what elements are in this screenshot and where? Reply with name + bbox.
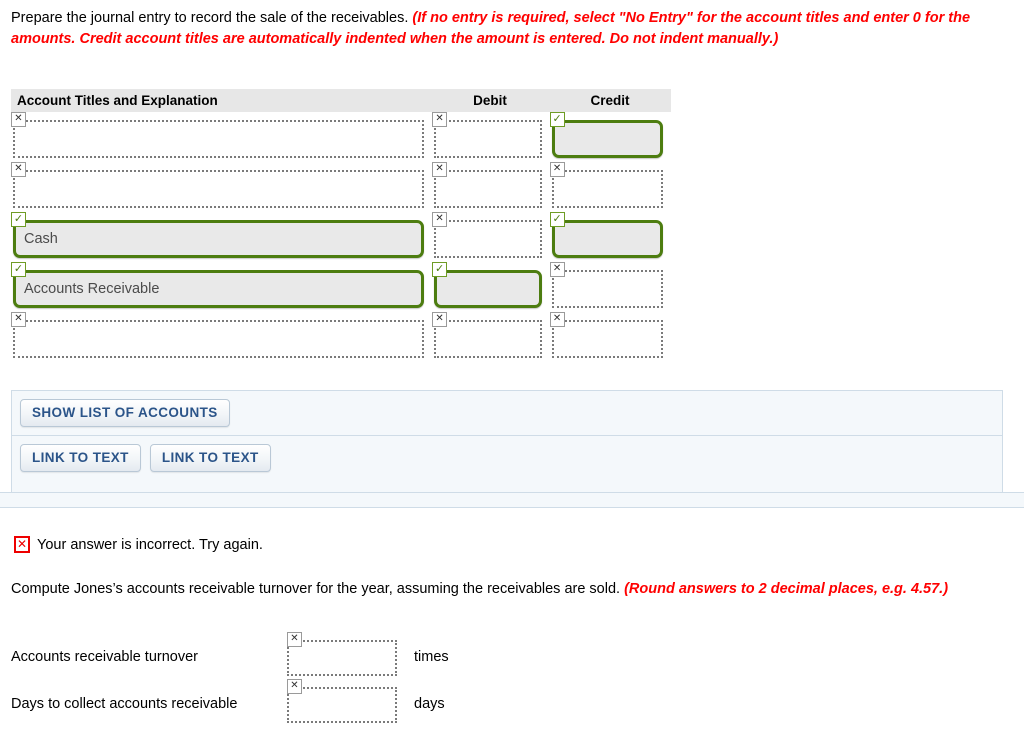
incorrect-marker-icon: ✕ [11, 312, 26, 327]
question-two-hint: (Round answers to 2 decimal places, e.g.… [624, 581, 949, 597]
column-header-account-titles: Account Titles and Explanation [17, 93, 218, 108]
credit-amount-cell: ✕ [549, 162, 671, 212]
credit-amount-input[interactable] [551, 220, 664, 258]
debit-amount-input[interactable] [434, 170, 542, 208]
account-title-cell: Cash ✓ [11, 212, 432, 262]
correct-marker-icon: ✓ [549, 112, 565, 127]
feedback-message: ✕ Your answer is incorrect. Try again. [14, 536, 263, 553]
show-list-of-accounts-button[interactable]: SHOW LIST OF ACCOUNTS [20, 399, 230, 427]
answer-input-wrapper: ✕ [287, 632, 402, 680]
column-header-debit: Debit [473, 93, 507, 108]
account-title-input[interactable]: Accounts Receivable [13, 270, 425, 308]
incorrect-marker-icon: ✕ [287, 632, 302, 647]
debit-amount-cell: ✕ [432, 162, 549, 212]
instruction-text: Prepare the journal entry to record the … [11, 8, 1006, 49]
credit-amount-cell: ✓ [549, 212, 671, 262]
answer-row: Accounts receivable turnover ✕ times [11, 632, 449, 680]
question-two-main: Compute Jones’s accounts receivable turn… [11, 581, 621, 597]
debit-amount-cell: ✕ [432, 212, 549, 262]
journal-entry-row: Cash ✓ ✕ ✓ [11, 212, 671, 262]
account-title-input[interactable] [13, 120, 425, 158]
credit-amount-input[interactable] [551, 270, 664, 308]
link-to-text-button-2[interactable]: LINK TO TEXT [149, 444, 271, 472]
correct-marker-icon: ✓ [432, 262, 448, 277]
answer-label: Days to collect accounts receivable [11, 696, 238, 712]
correct-marker-icon: ✓ [11, 262, 26, 277]
debit-amount-cell: ✕ [432, 112, 549, 162]
account-title-cell: ✕ [11, 112, 432, 162]
journal-entry-row: ✕ ✕ ✓ [11, 112, 671, 162]
action-panel: SHOW LIST OF ACCOUNTS LINK TO TEXT LINK … [11, 390, 1003, 495]
incorrect-marker-icon: ✕ [432, 312, 448, 327]
instruction-main: Prepare the journal entry to record the … [11, 10, 409, 26]
journal-entry-row: Accounts Receivable ✓ ✓ ✕ [11, 262, 671, 312]
panel-row-links: LINK TO TEXT LINK TO TEXT [12, 436, 1002, 494]
incorrect-marker-icon: ✕ [11, 112, 26, 127]
debit-amount-input[interactable] [434, 120, 542, 158]
credit-amount-input[interactable] [551, 320, 664, 358]
incorrect-marker-icon: ✕ [11, 162, 26, 177]
credit-amount-cell: ✓ [549, 112, 671, 162]
debit-amount-cell: ✓ [432, 262, 549, 312]
section-divider-band [0, 492, 1024, 508]
incorrect-marker-icon: ✕ [549, 262, 565, 277]
answer-input[interactable] [287, 640, 397, 676]
debit-amount-input[interactable] [434, 220, 542, 258]
correct-marker-icon: ✓ [549, 212, 565, 227]
account-title-cell: ✕ [11, 312, 432, 362]
debit-amount-input[interactable] [434, 320, 542, 358]
table-body: ✕ ✕ ✓ ✕ ✕ ✕ Cash ✓ ✕ ✓ Accounts Receivable ✓ ✓ ✕ ✕ ✕ ✕ [11, 112, 671, 362]
answer-unit-label: days [414, 696, 445, 712]
journal-entry-table: Account Titles and Explanation Debit Cre… [11, 89, 671, 362]
link-to-text-button-1[interactable]: LINK TO TEXT [20, 444, 141, 472]
credit-amount-cell: ✕ [549, 262, 671, 312]
journal-entry-row: ✕ ✕ ✕ [11, 162, 671, 212]
account-title-input[interactable] [13, 170, 425, 208]
credit-amount-cell: ✕ [549, 312, 671, 362]
answer-unit-label: times [414, 649, 449, 665]
incorrect-marker-icon: ✕ [287, 679, 302, 694]
debit-amount-cell: ✕ [432, 312, 549, 362]
incorrect-marker-icon: ✕ [432, 162, 448, 177]
answer-row: Days to collect accounts receivable ✕ days [11, 679, 445, 727]
journal-entry-row: ✕ ✕ ✕ [11, 312, 671, 362]
answer-input-wrapper: ✕ [287, 679, 402, 727]
question-two-text: Compute Jones’s accounts receivable turn… [11, 579, 1006, 600]
column-header-credit: Credit [590, 93, 630, 108]
account-title-input[interactable] [13, 320, 425, 358]
credit-amount-input[interactable] [551, 120, 664, 158]
answer-input[interactable] [287, 687, 397, 723]
panel-row-accounts: SHOW LIST OF ACCOUNTS [12, 391, 1002, 436]
debit-amount-input[interactable] [434, 270, 542, 308]
incorrect-marker-icon: ✕ [549, 312, 565, 327]
feedback-text: Your answer is incorrect. Try again. [37, 536, 263, 553]
account-title-cell: ✕ [11, 162, 432, 212]
answer-label: Accounts receivable turnover [11, 649, 198, 665]
incorrect-marker-icon: ✕ [432, 212, 448, 227]
incorrect-icon: ✕ [14, 536, 30, 553]
incorrect-marker-icon: ✕ [432, 112, 448, 127]
correct-marker-icon: ✓ [11, 212, 26, 227]
table-header-row: Account Titles and Explanation Debit Cre… [11, 89, 671, 112]
credit-amount-input[interactable] [551, 170, 664, 208]
account-title-cell: Accounts Receivable ✓ [11, 262, 432, 312]
account-title-input[interactable]: Cash [13, 220, 425, 258]
incorrect-marker-icon: ✕ [549, 162, 565, 177]
